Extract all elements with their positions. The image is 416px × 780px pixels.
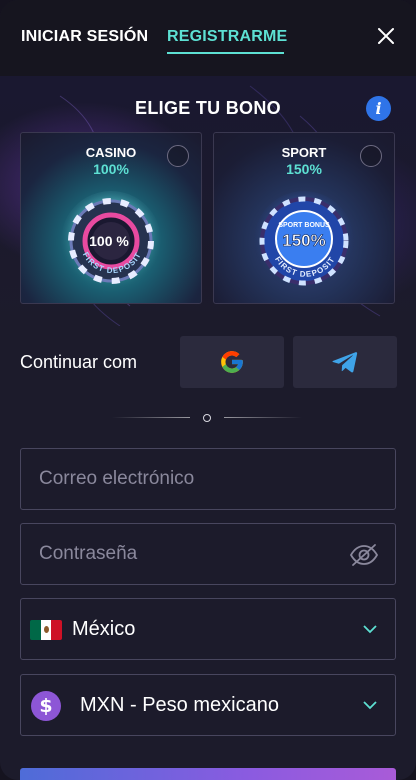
country-select[interactable]: México [20,598,396,660]
register-submit-button[interactable] [20,768,396,780]
casino-chip-icon: 100 % FIRST DEPOSIT [61,191,161,291]
telegram-icon [332,352,358,373]
active-tab-indicator [167,52,284,54]
modal-header: INICIAR SESIÓN REGISTRARME [0,0,416,76]
divider-dot [203,414,211,422]
bonus-radio-sport[interactable] [360,145,382,167]
google-icon [221,351,243,373]
google-login-button[interactable] [180,336,284,388]
chevron-down-icon [363,701,377,710]
telegram-login-button[interactable] [293,336,397,388]
casino-chip-value: 100 % [89,233,129,249]
social-login-label: Continuar com [20,352,138,372]
password-field [20,523,396,585]
eye-off-icon[interactable] [349,543,379,567]
sport-chip-value: 150% [282,231,325,250]
sport-chip-icon: SPORT BONUS 150% FIRST DEPOSIT [254,191,354,291]
dollar-icon: $ [31,691,61,721]
password-input[interactable] [21,524,395,584]
currency-value: MXN - Peso mexicano [80,694,279,716]
sport-chip-top-text: SPORT BONUS [278,222,330,229]
divider-line-right [224,417,302,418]
bonus-card-casino[interactable]: CASINO 100% 100 % FIRST DEPOSIT [20,132,202,304]
bonus-radio-casino[interactable] [167,145,189,167]
close-icon[interactable] [376,26,396,46]
tab-register[interactable]: REGISTRARME [167,28,287,46]
registration-modal: INICIAR SESIÓN REGISTRARME ELIGE TU BONO… [0,0,416,780]
country-value: México [72,618,136,640]
chevron-down-icon [363,625,377,634]
info-icon[interactable]: i [366,96,391,121]
bonus-card-sport[interactable]: SPORT 150% SPORT BONUS 150% FIRST DEPOSI… [213,132,395,304]
email-field [20,448,396,510]
currency-select[interactable]: $ MXN - Peso mexicano [20,674,396,736]
bonus-section-title: ELIGE TU BONO [135,98,281,118]
email-input[interactable] [21,449,395,509]
divider-line-left [112,417,190,418]
mexico-flag-icon [30,620,62,640]
tab-login[interactable]: INICIAR SESIÓN [21,28,148,46]
